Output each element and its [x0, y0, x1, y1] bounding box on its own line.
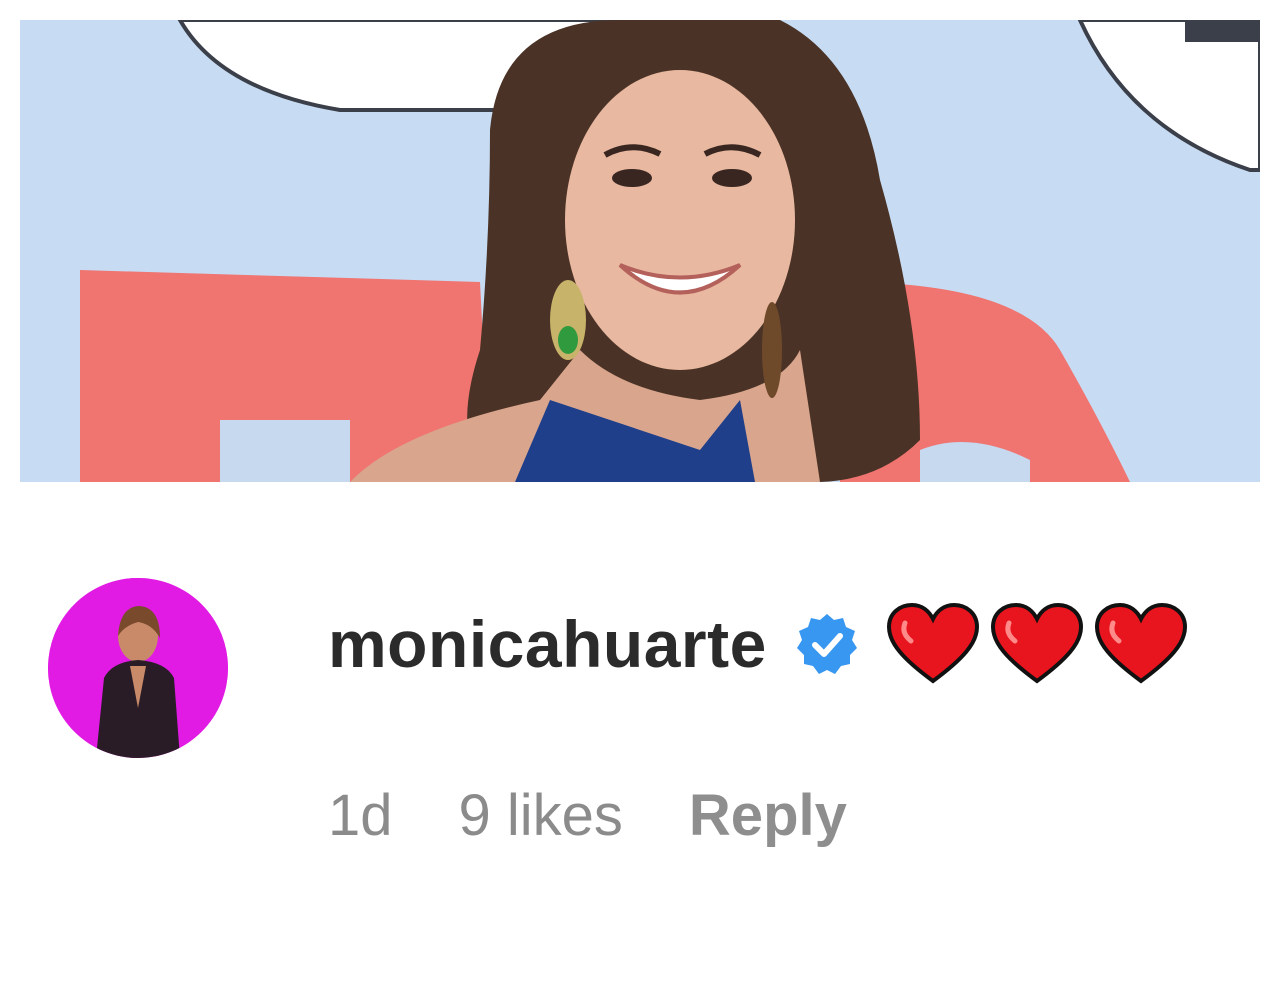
likes-count[interactable]: 9 likes	[459, 782, 623, 849]
reply-button[interactable]: Reply	[689, 782, 847, 849]
heart-icon	[885, 603, 981, 685]
comment-meta: 1d 9 likes Reply	[328, 782, 847, 849]
comment-header: monicahuarte	[328, 594, 1189, 694]
comment: monicahuarte 1d 9 likes Reply	[0, 560, 1280, 890]
username[interactable]: monicahuarte	[328, 606, 767, 682]
comment-timestamp: 1d	[328, 783, 393, 848]
photo-illustration	[20, 20, 1260, 482]
avatar[interactable]	[48, 578, 228, 758]
post-photo	[20, 20, 1260, 482]
heart-icon	[989, 603, 1085, 685]
avatar-image	[48, 578, 228, 758]
verified-badge-icon	[795, 612, 859, 676]
heart-icon	[1093, 603, 1189, 685]
comment-text	[885, 603, 1189, 685]
